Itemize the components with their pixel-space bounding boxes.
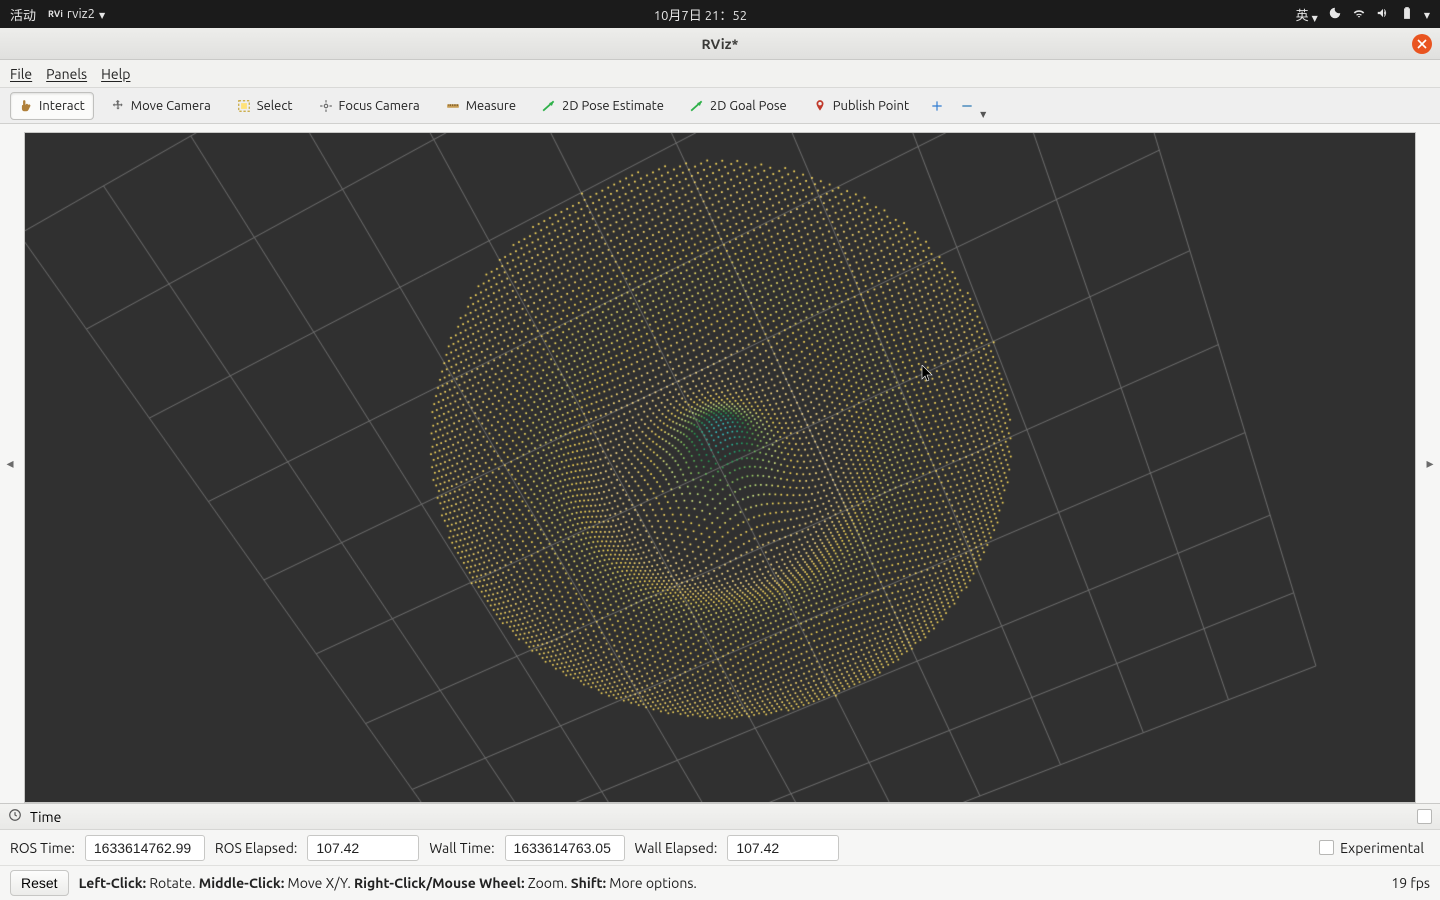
experimental-checkbox[interactable] [1319,840,1334,855]
tool-focus-camera-label: Focus Camera [339,99,420,113]
ros-elapsed-label: ROS Elapsed: [215,840,298,856]
tool-interact-label: Interact [39,99,85,113]
wall-time-label: Wall Time: [429,840,494,856]
ros-time-label: ROS Time: [10,840,75,856]
close-icon [1417,39,1427,49]
tool-measure[interactable]: Measure [437,92,525,120]
chevron-down-icon: ▼ [99,11,105,20]
toolbar-overflow-chevron-icon[interactable]: ▼ [980,110,986,119]
menubar: File Panels Help [0,60,1440,88]
fps-label: 19 fps [1391,875,1430,891]
app-menu[interactable]: RVi rviz2 ▼ [48,7,105,21]
tool-focus-camera[interactable]: Focus Camera [310,92,429,120]
publish-point-icon [813,99,827,113]
night-mode-icon[interactable] [1328,6,1342,23]
ros-elapsed-field[interactable] [307,835,419,861]
experimental-label: Experimental [1340,840,1424,856]
ros-time-field[interactable] [85,835,205,861]
left-dock-handle[interactable]: ◂ [4,444,16,484]
clock-icon [8,808,22,825]
input-method-indicator[interactable]: 英 ▼ [1296,5,1318,24]
tool-2d-goal-pose[interactable]: 2D Goal Pose [681,92,796,120]
right-dock-handle[interactable]: ▸ [1424,444,1436,484]
tool-pose-estimate-label: 2D Pose Estimate [562,99,664,113]
menu-help[interactable]: Help [101,66,130,82]
tool-move-camera-label: Move Camera [131,99,211,113]
toolbar: Interact Move Camera Select Focus Camera… [0,88,1440,124]
reset-button[interactable]: Reset [10,870,69,896]
time-panel-title: Time [30,809,61,825]
tool-interact[interactable]: Interact [10,92,94,120]
clock-label[interactable]: 10月7日 21：52 [654,5,747,24]
tool-goal-pose-label: 2D Goal Pose [710,99,787,113]
app-indicator-icon: RVi [48,9,63,19]
system-topbar: 活动 RVi rviz2 ▼ 10月7日 21：52 英 ▼ ▼ [0,0,1440,28]
wall-elapsed-field[interactable] [727,835,839,861]
network-icon[interactable] [1352,6,1366,23]
tool-publish-point[interactable]: Publish Point [804,92,918,120]
toolbar-add-button[interactable] [926,95,948,117]
move-camera-icon [111,99,125,113]
tool-measure-label: Measure [466,99,516,113]
time-panel: Time ROS Time: ROS Elapsed: Wall Time: W… [0,803,1440,866]
time-panel-toggle-checkbox[interactable] [1417,809,1432,824]
view-area: ◂ ▸ [0,124,1440,803]
pose-estimate-icon [542,99,556,113]
wall-time-field[interactable] [505,835,625,861]
tool-publish-point-label: Publish Point [833,99,909,113]
select-icon [237,99,251,113]
volume-icon[interactable] [1376,6,1390,23]
tool-2d-pose-estimate[interactable]: 2D Pose Estimate [533,92,673,120]
window-title: RViz* [702,36,739,52]
window-titlebar[interactable]: RViz* [0,28,1440,60]
goal-pose-icon [690,99,704,113]
interact-icon [19,99,33,113]
pointcloud-canvas [25,133,1415,802]
status-bar: Reset Left-Click: Rotate. Middle-Click: … [0,866,1440,900]
window-close-button[interactable] [1412,34,1432,54]
wall-elapsed-label: Wall Elapsed: [635,840,718,856]
tool-select-label: Select [257,99,293,113]
menu-file[interactable]: File [10,66,32,82]
activities-button[interactable]: 活动 [10,5,36,24]
interaction-hints: Left-Click: Rotate. Middle-Click: Move X… [79,875,697,891]
measure-icon [446,99,460,113]
system-menu-chevron-icon[interactable]: ▼ [1424,11,1430,20]
time-panel-header[interactable]: Time [0,804,1440,830]
focus-camera-icon [319,99,333,113]
toolbar-remove-button[interactable] [956,95,978,117]
tool-select[interactable]: Select [228,92,302,120]
battery-icon[interactable] [1400,6,1414,23]
render-viewport[interactable] [24,132,1416,803]
menu-panels[interactable]: Panels [46,66,87,82]
time-values-row: ROS Time: ROS Elapsed: Wall Time: Wall E… [0,830,1440,866]
tool-move-camera[interactable]: Move Camera [102,92,220,120]
app-menu-label: rviz2 [67,7,95,21]
